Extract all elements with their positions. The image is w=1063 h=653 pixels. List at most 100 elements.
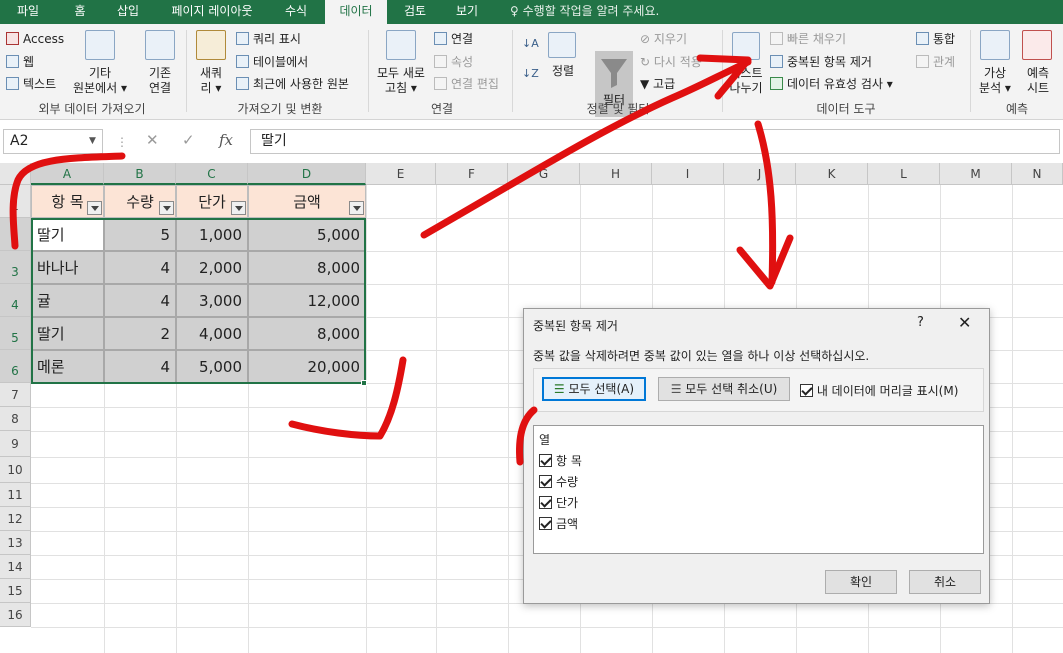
table-cell-price[interactable]: 1,000 — [176, 218, 248, 251]
close-icon[interactable]: ✕ — [958, 313, 971, 332]
table-cell-qty[interactable]: 2 — [104, 317, 176, 350]
column-header-g[interactable]: G — [508, 163, 580, 185]
column-header-f[interactable]: F — [436, 163, 508, 185]
column-checkbox[interactable] — [539, 454, 552, 467]
row-header-16[interactable]: 16 — [0, 603, 31, 627]
chevron-down-icon[interactable]: ▼ — [89, 129, 96, 154]
show-queries-button[interactable]: 쿼리 표시 — [236, 32, 301, 47]
tab-formulas[interactable]: 수식 — [273, 0, 319, 24]
existing-connections-button[interactable]: 기존 연결 — [138, 66, 182, 96]
table-cell-qty[interactable]: 4 — [104, 350, 176, 383]
from-table-button[interactable]: 테이블에서 — [236, 55, 308, 70]
column-header-a[interactable]: A — [31, 163, 104, 185]
column-header-j[interactable]: J — [724, 163, 796, 185]
unselect-all-button[interactable]: ☰ 모두 선택 취소(U) — [658, 377, 790, 401]
filter-dropdown-icon[interactable] — [231, 201, 246, 215]
table-cell-price[interactable]: 5,000 — [176, 350, 248, 383]
filter-dropdown-icon[interactable] — [349, 201, 364, 215]
tell-me-box[interactable]: ♀ 수행할 작업을 알려 주세요. — [510, 0, 659, 24]
what-if-analysis-button[interactable]: 가상 분석 ▾ — [974, 66, 1016, 96]
column-checkbox[interactable] — [539, 496, 552, 509]
column-checkbox-item[interactable]: 수량 — [539, 473, 578, 490]
table-cell-item[interactable]: 딸기 — [31, 218, 104, 251]
column-checkbox[interactable] — [539, 517, 552, 530]
table-cell-amount[interactable]: 8,000 — [248, 251, 366, 284]
table-cell-item[interactable]: 바나나 — [31, 251, 104, 284]
column-checkbox[interactable] — [539, 475, 552, 488]
insert-function-icon[interactable]: fx — [219, 131, 233, 149]
select-all-button[interactable]: ☰ 모두 선택(A) — [542, 377, 646, 401]
table-cell-item[interactable]: 딸기 — [31, 317, 104, 350]
column-header-d[interactable]: D — [248, 163, 366, 185]
cancel-button[interactable]: 취소 — [909, 570, 981, 594]
help-icon[interactable]: ? — [917, 315, 924, 330]
column-header-h[interactable]: H — [580, 163, 652, 185]
table-cell-amount[interactable]: 12,000 — [248, 284, 366, 317]
text-to-columns-button[interactable]: 텍스트 나누기 — [724, 66, 768, 96]
relationships-button[interactable]: 관계 — [916, 55, 955, 70]
remove-duplicates-button[interactable]: 중복된 항목 제거 — [770, 55, 872, 70]
tab-page-layout[interactable]: 페이지 레이아웃 — [158, 0, 266, 24]
column-header-m[interactable]: M — [940, 163, 1012, 185]
row-header-15[interactable]: 15 — [0, 579, 31, 603]
row-header-7[interactable]: 7 — [0, 383, 31, 407]
new-query-button[interactable]: 새쿼 리 ▾ — [190, 66, 232, 96]
has-headers-checkbox[interactable]: 내 데이터에 머리글 표시(M) — [800, 382, 958, 399]
name-box[interactable]: A2 — [3, 129, 103, 154]
consolidate-button[interactable]: 통합 — [916, 32, 955, 47]
tab-insert[interactable]: 삽입 — [105, 0, 151, 24]
column-checkbox-item[interactable]: 단가 — [539, 494, 578, 511]
web-button[interactable]: 웹 — [6, 55, 34, 70]
table-cell-amount[interactable]: 8,000 — [248, 317, 366, 350]
edit-links-button[interactable]: 연결 편집 — [434, 77, 499, 92]
connections-button[interactable]: 연결 — [434, 32, 473, 47]
tab-file[interactable]: 파일 — [4, 0, 52, 24]
row-header-11[interactable]: 11 — [0, 483, 31, 507]
row-header-12[interactable]: 12 — [0, 507, 31, 531]
filter-dropdown-icon[interactable] — [87, 201, 102, 215]
table-cell-qty[interactable]: 4 — [104, 284, 176, 317]
row-header-10[interactable]: 10 — [0, 457, 31, 483]
select-all-corner[interactable] — [0, 163, 31, 185]
column-header-n[interactable]: N — [1012, 163, 1063, 185]
refresh-all-button[interactable]: 모두 새로 고침 ▾ — [372, 66, 430, 96]
enter-icon[interactable]: ✓ — [182, 131, 195, 149]
row-header-6[interactable]: 6 — [0, 350, 31, 383]
ok-button[interactable]: 확인 — [825, 570, 897, 594]
sort-za-button[interactable]: ↓Z — [522, 66, 539, 81]
fill-handle[interactable] — [361, 380, 367, 386]
column-header-b[interactable]: B — [104, 163, 176, 185]
sort-az-button[interactable]: ↓A — [522, 36, 539, 51]
sort-button[interactable]: 정렬 — [544, 64, 582, 79]
table-cell-price[interactable]: 4,000 — [176, 317, 248, 350]
clear-filter-button[interactable]: ⊘ 지우기 — [640, 32, 687, 47]
column-checkbox-item[interactable]: 항 목 — [539, 452, 582, 469]
row-header-13[interactable]: 13 — [0, 531, 31, 555]
properties-button[interactable]: 속성 — [434, 55, 473, 70]
tab-review[interactable]: 검토 — [392, 0, 438, 24]
row-header-5[interactable]: 5 — [0, 317, 31, 350]
column-header-e[interactable]: E — [366, 163, 436, 185]
column-header-l[interactable]: L — [868, 163, 940, 185]
tab-data[interactable]: 데이터 — [325, 0, 387, 24]
row-header-8[interactable]: 8 — [0, 407, 31, 431]
text-button[interactable]: 텍스트 — [6, 77, 56, 92]
table-cell-item[interactable]: 메론 — [31, 350, 104, 383]
filter-dropdown-icon[interactable] — [159, 201, 174, 215]
flash-fill-button[interactable]: 빠른 채우기 — [770, 32, 846, 47]
formula-input[interactable]: 딸기 — [250, 129, 1060, 154]
row-header-4[interactable]: 4 — [0, 284, 31, 317]
tab-view[interactable]: 보기 — [444, 0, 490, 24]
columns-list[interactable]: 열 항 목 수량 단가 금액 — [533, 425, 984, 554]
other-sources-button[interactable]: 기타 원본에서 ▾ — [70, 66, 130, 96]
table-cell-price[interactable]: 2,000 — [176, 251, 248, 284]
table-cell-item[interactable]: 귤 — [31, 284, 104, 317]
advanced-filter-button[interactable]: ▼ 고급 — [640, 77, 675, 92]
recent-sources-button[interactable]: 최근에 사용한 원본 — [236, 77, 349, 92]
table-cell-price[interactable]: 3,000 — [176, 284, 248, 317]
table-cell-amount[interactable]: 5,000 — [248, 218, 366, 251]
tab-home[interactable]: 홈 — [60, 0, 100, 24]
row-header-2[interactable]: 2 — [0, 218, 31, 251]
column-checkbox-item[interactable]: 금액 — [539, 515, 578, 532]
table-cell-qty[interactable]: 5 — [104, 218, 176, 251]
